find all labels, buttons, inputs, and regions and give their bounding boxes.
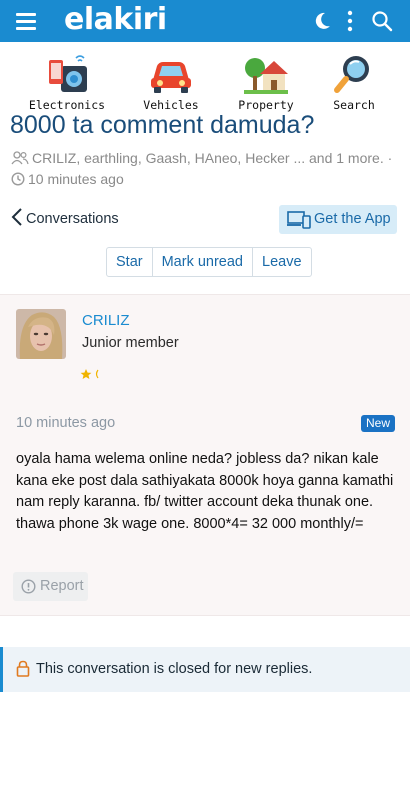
report-label: Report [40,578,84,594]
category-property[interactable]: Property [232,52,300,112]
alert-circle-icon [21,579,36,594]
car-icon [147,52,195,96]
more-vertical-icon[interactable] [336,7,364,35]
trophy-icon [80,367,104,385]
devices-icon [287,211,311,229]
category-label: Property [238,98,294,112]
report-button[interactable]: Report [13,572,88,601]
get-app-label: Get the App [314,211,391,227]
new-badge: New [361,415,396,432]
star-button[interactable]: Star [107,248,153,276]
thread-time-line: 10 minutes ago [11,171,124,187]
chevron-left-icon [11,208,22,226]
moon-icon[interactable] [308,7,336,35]
back-to-conversations-link[interactable]: Conversations [10,207,119,227]
leave-button[interactable]: Leave [253,248,311,276]
post-username[interactable]: CRILIZ [82,312,130,329]
house-icon [242,52,290,96]
message-post: CRILIZ Junior member 10 minutes ago New … [0,294,410,616]
category-label: Electronics [28,98,106,112]
category-search[interactable]: Search [328,52,380,112]
thread-time[interactable]: 10 minutes ago [28,171,124,187]
lock-icon [16,660,30,677]
closed-notice-text: This conversation is closed for new repl… [36,661,313,677]
user-title: Junior member [82,335,179,351]
avatar[interactable] [16,309,66,359]
closed-notice: This conversation is closed for new repl… [0,647,410,692]
post-time[interactable]: 10 minutes ago [16,415,115,431]
page-title: 8000 ta comment damuda? [10,111,315,139]
conversation-actions: Star Mark unread Leave [106,247,312,277]
category-label: Search [333,98,375,112]
site-logo[interactable]: elakiri [64,2,167,38]
clock-icon [11,172,25,186]
participants-text[interactable]: CRILIZ, earthling, Gaash, HAneo, Hecker … [32,150,392,166]
get-the-app-button[interactable]: Get the App [279,205,397,234]
post-body: oyala hama welema online neda? jobless d… [16,451,394,532]
users-icon [11,151,29,165]
magnifier-icon [330,52,378,96]
search-icon[interactable] [368,7,396,35]
electronics-icon [43,52,91,96]
category-electronics[interactable]: Electronics [28,52,106,112]
back-link-label: Conversations [26,211,119,227]
participants-line: CRILIZ, earthling, Gaash, HAneo, Hecker … [11,150,392,166]
top-bar: elakiri [0,0,410,42]
mark-unread-button[interactable]: Mark unread [153,248,253,276]
category-label: Vehicles [143,98,199,112]
menu-icon[interactable] [14,9,40,33]
category-vehicles[interactable]: Vehicles [134,52,208,112]
